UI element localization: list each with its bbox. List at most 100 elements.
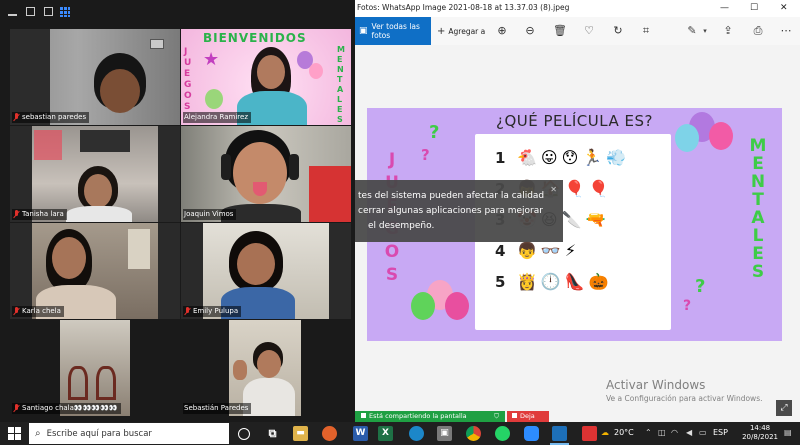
edit-icon[interactable]: ✎	[685, 24, 699, 38]
minimize-button[interactable]: —	[720, 2, 729, 14]
balloon-icon	[675, 124, 699, 152]
photos-icon: ▣	[359, 26, 368, 36]
dash-icon: 💨	[606, 148, 627, 167]
word-icon[interactable]: W	[353, 426, 368, 441]
video-tile-alejandra-ramirez[interactable]: BIENVENIDOS JUEGOS MENTALES ★ Alejandra …	[181, 29, 351, 125]
tongue	[253, 182, 267, 196]
crop-icon[interactable]: ⌗	[639, 24, 653, 38]
video-tile-sebastian-paredes[interactable]: sebastian paredes	[10, 29, 180, 125]
expand-icon[interactable]: ⤢	[776, 400, 792, 416]
screen-share-bar: Está compartiendo la pantalla ⛉ Deja de	[355, 411, 549, 431]
plus-icon: +	[437, 25, 446, 37]
glasses-icon: 👓	[540, 241, 561, 260]
video-tile-tanisha-lara[interactable]: Tanisha lara	[10, 126, 180, 222]
performance-notification[interactable]: tes del sistema pueden afectar la calida…	[355, 180, 563, 242]
zoom-app-icon[interactable]	[524, 426, 539, 441]
face-icon: 😛	[540, 148, 558, 167]
maximize-button[interactable]: ☐	[750, 2, 758, 14]
banner-right-word: MENTALES	[337, 45, 345, 124]
participant-name: Joaquin Vimos	[184, 210, 234, 218]
question-mark-icon: ?	[695, 276, 706, 297]
wall-frame	[150, 39, 164, 49]
media-app-icon[interactable]	[582, 426, 597, 441]
question-mark-icon: ?	[429, 122, 440, 143]
more-icon[interactable]: ⋯	[779, 24, 793, 38]
minimize-icon[interactable]	[8, 7, 17, 16]
star-icon: ★	[203, 49, 220, 70]
zoom-topbar	[0, 0, 355, 24]
restore-icon[interactable]	[44, 7, 53, 16]
water-gun-icon: 🔫	[585, 210, 606, 229]
rotate-icon[interactable]: ↻	[611, 24, 625, 38]
princess-icon: 👸	[517, 272, 537, 291]
muted-mic-icon	[13, 113, 20, 122]
see-all-photos-button[interactable]: ▣ Ver todas las fotos	[355, 17, 431, 45]
close-button[interactable]: ✕	[780, 2, 788, 14]
firefox-icon[interactable]	[322, 426, 337, 441]
video-tile-emily-pulupa[interactable]: Emily Pulupa	[181, 223, 351, 319]
battery-icon[interactable]: ▭	[699, 428, 707, 437]
chevron-down-icon[interactable]: ▾	[698, 24, 712, 38]
muted-mic-icon	[13, 404, 20, 413]
raised-hand	[233, 360, 247, 380]
search-icon: ⌕	[35, 428, 41, 439]
balloon-icon	[205, 89, 223, 109]
balloon-icon	[411, 292, 435, 320]
edge-icon[interactable]	[409, 426, 424, 441]
clock[interactable]: 14:48 20/8/2021	[742, 424, 778, 442]
store-icon[interactable]: ▣	[437, 426, 452, 441]
photos-app-icon[interactable]	[552, 426, 567, 441]
video-tile-karla-chela[interactable]: Karla chela	[10, 223, 180, 319]
share-icon[interactable]: ⇪	[721, 24, 735, 38]
gallery-view-icon[interactable]	[60, 7, 70, 17]
windows-start-icon[interactable]	[8, 427, 21, 440]
balloon-icon	[309, 63, 323, 79]
add-to-button[interactable]: + Agregar a	[437, 17, 485, 45]
notification-line-1: tes del sistema pueden afectar la calida…	[358, 191, 545, 201]
wifi-icon[interactable]: ◠	[671, 428, 678, 437]
high-heel-icon: 👠	[564, 272, 585, 291]
stop-share-button[interactable]: Deja de	[507, 411, 549, 431]
activation-subtitle: Ve a Configuración para activar Windows.	[606, 394, 763, 403]
quiz-right-word: M E N T A L E S	[749, 136, 767, 282]
taskbar-search-box[interactable]: ⌕ Escribe aquí para buscar	[29, 423, 229, 444]
maximize-icon[interactable]	[26, 7, 35, 16]
tv-screen	[80, 130, 130, 152]
weather-icon[interactable]: ☁	[601, 428, 609, 437]
participant-name: Santiago chala👀👀👀👀👀	[22, 404, 118, 412]
activation-watermark: Activar Windows Ve a Configuración para …	[606, 378, 763, 403]
chrome-icon[interactable]	[466, 426, 481, 441]
zoom-in-icon[interactable]: ⊕	[495, 24, 509, 38]
volume-icon[interactable]: ◀	[686, 428, 692, 437]
zoom-out-icon[interactable]: ⊖	[523, 24, 537, 38]
lightning-icon: ⚡	[564, 241, 577, 260]
pumpkin-icon: 🎃	[588, 272, 609, 291]
notifications-icon[interactable]: ▤	[784, 428, 792, 437]
chair-back	[68, 366, 88, 400]
headphones-icon	[221, 154, 231, 180]
file-explorer-icon[interactable]: ▬	[293, 426, 308, 441]
cortana-icon[interactable]	[238, 428, 250, 440]
photos-toolbar: ▣ Ver todas las fotos + Agregar a ⊕ ⊖ 🗑 …	[355, 17, 800, 45]
whatsapp-icon[interactable]	[495, 426, 510, 441]
video-tile-joaquin-vimos[interactable]: Joaquin Vimos	[181, 126, 351, 222]
temperature-text[interactable]: 20°C	[614, 428, 634, 437]
delete-icon[interactable]: 🗑	[553, 24, 567, 38]
chevron-up-icon[interactable]: ⌃	[645, 428, 652, 437]
activation-title: Activar Windows	[606, 378, 706, 392]
sharing-message: Está compartiendo la pantalla ⛉	[355, 411, 505, 422]
task-view-icon[interactable]: ⧉	[265, 426, 280, 441]
close-icon[interactable]: ✕	[550, 182, 557, 197]
balloon-icon: 🎈	[588, 179, 609, 198]
balloon-icon: 🎈	[564, 179, 585, 198]
excel-icon[interactable]: X	[378, 426, 393, 441]
notification-line-3: el desempeño.	[368, 221, 435, 231]
video-tile-sebastian-paredes-2[interactable]: Sebastián Paredes	[181, 320, 351, 416]
favorite-icon[interactable]: ♡	[582, 24, 596, 38]
video-tile-santiago-chala[interactable]: Santiago chala👀👀👀👀👀	[10, 320, 180, 416]
participant-name: Emily Pulupa	[193, 307, 239, 315]
network-icon[interactable]: ◫	[658, 428, 666, 437]
red-object	[309, 166, 351, 222]
print-icon[interactable]: ⎙	[751, 24, 765, 38]
language-indicator[interactable]: ESP	[713, 428, 728, 437]
